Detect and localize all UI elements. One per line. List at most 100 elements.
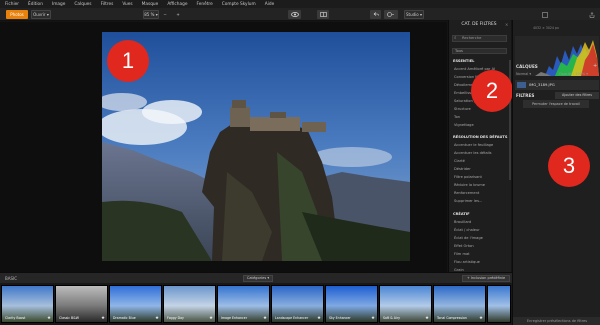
catalog-item[interactable]: Clarté [454,159,465,163]
catalog-item[interactable]: Vignettage [454,123,474,127]
callout-badge-2: 2 [471,70,513,112]
catalog-item[interactable]: Supprimer les... [454,199,482,203]
preset-label: Foggy Day [167,316,184,320]
add-layer-icon[interactable]: + [593,63,597,69]
section-essentiel: ESSENTIEL [453,59,475,63]
search-icon: ⌕ [454,36,457,41]
zoom-out-button[interactable]: − [161,10,169,19]
menu-edition[interactable]: Édition [28,2,43,7]
photos-button[interactable]: Photos [6,10,28,19]
filter-catalog-panel: CAT. DE FILTRES × Recherche ⌕ Tous ESSEN… [448,20,511,272]
studio-dropdown[interactable]: Studio ▾ [404,10,424,19]
zoom-in-button[interactable]: + [174,10,182,19]
history-icon[interactable] [384,10,398,19]
catalog-item[interactable]: Accentuer les détails [454,151,492,155]
catalog-item[interactable]: Éclat de l'image [454,236,483,240]
star-icon[interactable]: ★ [155,316,159,321]
layer-name: IMG_3189.JPG [529,83,555,87]
catalog-item[interactable]: Structure [454,107,471,111]
star-icon[interactable]: ★ [263,316,267,321]
share-icon[interactable] [587,10,597,19]
menu-calques[interactable]: Calques [74,2,91,7]
close-icon[interactable]: × [505,22,508,27]
preset-thumb[interactable]: Dramatic Blue ★ [109,285,162,323]
preview-eye-icon[interactable] [288,10,301,19]
catalog-item[interactable]: Éclat / chaleur [454,228,480,232]
open-mode-dropdown[interactable]: Ouvrir ▾ [31,10,51,19]
catalog-search-input[interactable]: Recherche [452,35,507,42]
star-icon[interactable]: ★ [371,316,375,321]
catalog-filter-select[interactable]: Tous [452,48,507,54]
preset-label: Landscape Enhancer [275,316,309,320]
menu-fenetre[interactable]: Fenêtre [197,2,213,7]
custom-preset-button[interactable]: + Inclusion prédéfinie [462,275,510,282]
preset-label: Soft & Airy [383,316,401,320]
menu-image[interactable]: Image [52,2,65,7]
save-presets-button[interactable]: Enregistrer présélections de filtres [513,317,600,325]
menu-fichier[interactable]: Fichier [5,2,19,7]
preset-thumb[interactable]: Clarity Boost ★ [1,285,54,323]
star-icon[interactable]: ★ [209,316,213,321]
star-icon[interactable]: ★ [101,316,105,321]
presets-bar: BASIC Catégories ▾ + Inclusion prédéfini… [0,272,512,283]
filters-title: FILTRES [516,93,535,98]
catalog-item[interactable]: Filtre polarisant [454,175,482,179]
blend-mode-dropdown[interactable]: Normal ▾ [516,72,531,76]
preset-label: Dramatic Blue [113,316,136,320]
star-icon[interactable]: ★ [317,316,321,321]
export-icon[interactable] [540,10,550,19]
catalog-item[interactable]: Effet Orton [454,244,474,248]
undo-icon[interactable] [370,10,381,19]
presets-strip: Clarity Boost ★ Classic B&W ★ Dramatic B… [0,283,512,325]
catalog-item[interactable]: Renforcement [454,191,479,195]
menu-filtres[interactable]: Filtres [101,2,114,7]
preset-thumb[interactable]: Image Enhancer ★ [217,285,270,323]
workspace-button[interactable]: Permuter l'espace de travail [523,100,589,108]
catalog-item[interactable]: Réduire la brume [454,183,485,187]
presets-category-label: BASIC [5,276,17,281]
catalog-item[interactable]: Film mat [454,252,470,256]
menu-compte[interactable]: Compte Skylum [222,2,256,7]
star-icon[interactable]: ★ [479,316,483,321]
add-filters-button[interactable]: Ajouter des filtres [555,92,599,99]
catalog-scrollbar[interactable] [509,60,511,180]
histogram [515,36,599,76]
section-creatif: CRÉATIF [453,212,470,216]
star-icon[interactable]: ★ [47,316,51,321]
menu-affichage[interactable]: Affichage [167,2,187,7]
preset-label: Clarity Boost [5,316,26,320]
categories-dropdown[interactable]: Catégories ▾ [243,275,273,282]
preset-thumb[interactable] [487,285,511,323]
catalog-item[interactable]: Flou artistique [454,260,480,264]
preset-thumb[interactable]: Landscape Enhancer ★ [271,285,324,323]
preset-thumb[interactable]: Soft & Airy ★ [379,285,432,323]
star-icon[interactable]: ★ [425,316,429,321]
catalog-item[interactable]: Ton [454,115,460,119]
image-info: 4032 × 3024 px [533,26,559,30]
preset-thumb[interactable]: Classic B&W ★ [55,285,108,323]
layers-title: CALQUES [516,64,538,69]
callout-badge-1: 1 [107,40,149,82]
menu-masque[interactable]: Masque [142,2,159,7]
preset-thumb[interactable]: Tonal Compression ★ [433,285,486,323]
zoom-dropdown[interactable]: 85 % ▾ [143,10,159,19]
preset-label: Image Enhancer [221,316,248,320]
catalog-item[interactable]: Accentuer le feuillage [454,143,493,147]
preset-thumb[interactable]: Foggy Day ★ [163,285,216,323]
compare-icon[interactable] [317,10,329,19]
preset-label: Sky Enhancer [329,316,351,320]
preset-label: Classic B&W [59,316,79,320]
callout-badge-3: 3 [548,145,590,187]
layer-row[interactable]: IMG_3189.JPG [515,80,599,90]
catalog-item[interactable]: Déstrider [454,167,471,171]
menu-aide[interactable]: Aide [265,2,275,7]
catalog-title: CAT. DE FILTRES [461,22,497,27]
catalog-item[interactable]: Brouillard [454,220,471,224]
menu-vues[interactable]: Vues [122,2,132,7]
opacity-dropdown[interactable]: Opacité : 100% ▾ [559,72,588,76]
preset-thumb[interactable]: Sky Enhancer ★ [325,285,378,323]
menu-bar: Fichier Édition Image Calques Filtres Vu… [0,0,600,8]
layer-thumbnail [517,82,526,88]
section-resolution: RÉSOLUTION DES DÉFAUTS [453,135,508,139]
preset-label: Tonal Compression [437,316,467,320]
